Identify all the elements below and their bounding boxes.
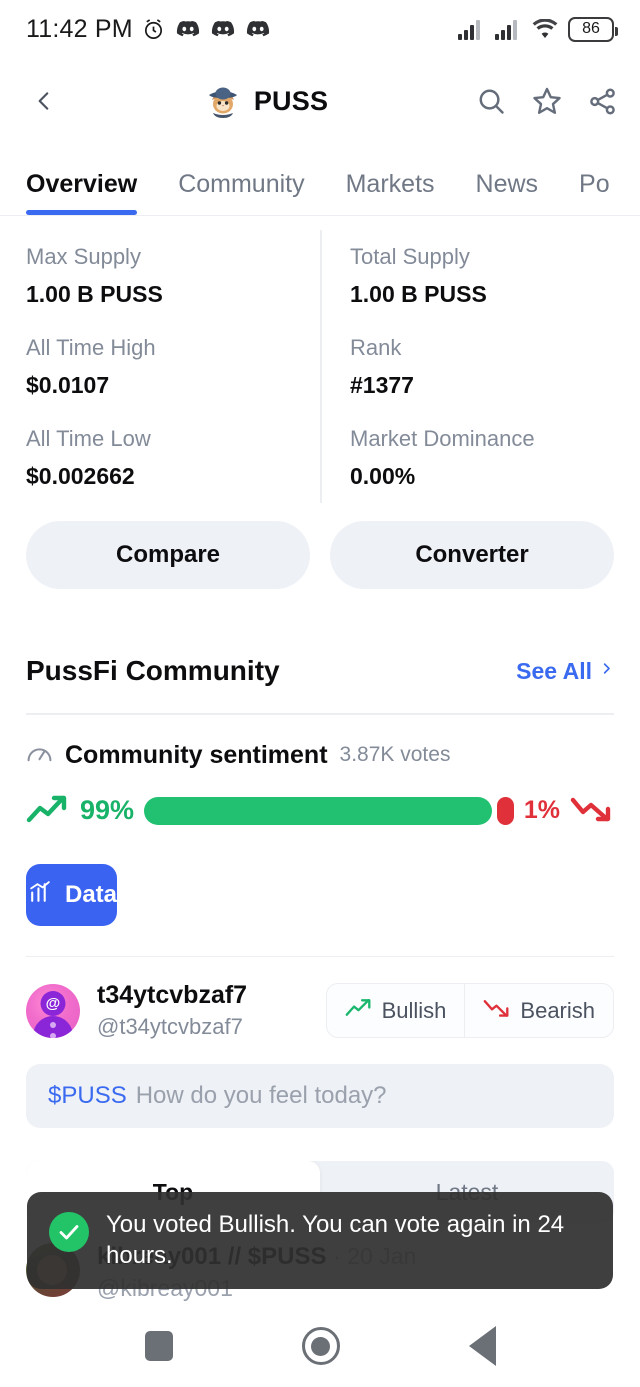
bullish-vote-button[interactable]: Bullish bbox=[327, 984, 465, 1037]
bearish-vote-button[interactable]: Bearish bbox=[464, 984, 613, 1037]
user-handle: @t34ytcvbzaf7 bbox=[97, 1014, 243, 1039]
converter-button[interactable]: Converter bbox=[330, 521, 614, 589]
bearish-percent: 1% bbox=[523, 796, 560, 824]
toast-notification: You voted Bullish. You can vote again in… bbox=[27, 1192, 613, 1290]
stat-all-time-low: All Time Low $0.002662 bbox=[26, 426, 320, 517]
compare-button[interactable]: Compare bbox=[26, 521, 310, 589]
sentiment-header: Community sentiment 3.87K votes bbox=[26, 741, 614, 770]
tab-news[interactable]: News bbox=[476, 170, 539, 215]
user-meta: t34ytcvbzaf7 @t34ytcvbzaf7 bbox=[97, 981, 247, 1040]
sentiment-bar-bearish bbox=[497, 796, 514, 825]
composer-placeholder: How do you feel today? bbox=[135, 1082, 387, 1109]
stat-max-supply: Max Supply 1.00 B PUSS bbox=[26, 244, 320, 335]
stat-value: #1377 bbox=[350, 372, 414, 398]
tab-portfolio[interactable]: Po bbox=[579, 170, 610, 215]
battery-icon: 86 bbox=[568, 16, 618, 42]
coin-symbol: PUSS bbox=[253, 85, 329, 116]
trend-up-icon bbox=[345, 997, 372, 1024]
action-button-row: Compare Converter bbox=[0, 517, 640, 589]
stat-value: 0.00% bbox=[350, 463, 416, 489]
square-icon[interactable] bbox=[144, 1331, 173, 1361]
avatar-body bbox=[33, 1015, 73, 1038]
discord-icon bbox=[246, 20, 270, 39]
star-icon[interactable] bbox=[531, 85, 563, 117]
alarm-clock-icon bbox=[142, 18, 165, 41]
sentiment-bar-bullish bbox=[144, 796, 493, 825]
tab-community[interactable]: Community bbox=[178, 170, 304, 215]
bar-chart-icon bbox=[26, 879, 53, 911]
stat-rank: Rank #1377 bbox=[320, 335, 614, 426]
app-bar: PUSS bbox=[0, 58, 640, 144]
stat-all-time-high: All Time High $0.0107 bbox=[26, 335, 320, 426]
share-icon[interactable] bbox=[587, 86, 618, 117]
status-bar-time: 11:42 PM bbox=[26, 14, 133, 43]
community-title: PussFi Community bbox=[26, 655, 280, 686]
avatar-head: @ bbox=[40, 990, 66, 1016]
stat-label: Rank bbox=[350, 335, 402, 360]
stat-value: 1.00 B PUSS bbox=[26, 281, 163, 307]
trend-down-icon bbox=[483, 997, 510, 1024]
tab-markets[interactable]: Markets bbox=[346, 170, 435, 215]
stat-value: $0.002662 bbox=[26, 463, 135, 489]
triangle-back-icon[interactable] bbox=[468, 1326, 496, 1366]
avatar[interactable]: @ bbox=[26, 983, 80, 1038]
discord-icon bbox=[211, 20, 235, 39]
chevron-right-icon bbox=[599, 658, 614, 685]
bearish-label: Bearish bbox=[520, 997, 595, 1023]
composer-ticker: $PUSS bbox=[48, 1082, 127, 1109]
search-icon[interactable] bbox=[476, 86, 507, 117]
circle-icon[interactable] bbox=[301, 1327, 340, 1365]
stat-label: Total Supply bbox=[350, 244, 470, 269]
signal-icon bbox=[495, 19, 522, 40]
stats-grid: Max Supply 1.00 B PUSS Total Supply 1.00… bbox=[0, 216, 640, 517]
user-name: t34ytcvbzaf7 bbox=[97, 981, 248, 1009]
see-all-label: See All bbox=[516, 657, 592, 684]
app-bar-title: PUSS bbox=[56, 82, 476, 120]
stat-total-supply: Total Supply 1.00 B PUSS bbox=[320, 244, 614, 335]
see-all-link[interactable]: See All bbox=[516, 658, 614, 685]
data-button[interactable]: Data bbox=[26, 863, 118, 926]
post-composer[interactable]: $PUSS How do you feel today? bbox=[26, 1064, 614, 1128]
sentiment-bar-row: 99% 1% bbox=[26, 792, 614, 830]
vote-button-group: Bullish Bearish bbox=[325, 983, 614, 1038]
app-bar-actions bbox=[476, 85, 618, 117]
trend-up-icon bbox=[26, 792, 70, 830]
community-sentiment: Community sentiment 3.87K votes 99% 1% bbox=[0, 715, 640, 830]
community-section-header: PussFi Community See All bbox=[0, 589, 640, 687]
discord-icon bbox=[176, 20, 200, 39]
tab-bar: Overview Community Markets News Po bbox=[0, 144, 640, 216]
trend-down-icon bbox=[570, 792, 614, 830]
status-bar: 11:42 PM 86 bbox=[0, 0, 640, 58]
stat-value: 1.00 B PUSS bbox=[350, 281, 487, 307]
status-bar-system-icons: 86 bbox=[458, 16, 618, 42]
android-navigation-bar bbox=[0, 1305, 640, 1387]
signal-icon bbox=[458, 19, 485, 40]
status-bar-notification-icons bbox=[142, 18, 270, 41]
gauge-icon bbox=[26, 742, 53, 769]
data-button-label: Data bbox=[65, 880, 118, 908]
battery-level: 86 bbox=[582, 20, 600, 37]
sentiment-votes: 3.87K votes bbox=[339, 743, 451, 766]
check-circle-icon bbox=[49, 1212, 89, 1252]
wifi-icon bbox=[532, 19, 558, 39]
stat-label: All Time Low bbox=[26, 426, 151, 451]
bullish-label: Bullish bbox=[381, 997, 447, 1023]
stat-label: Market Dominance bbox=[350, 426, 535, 451]
sentiment-bar bbox=[144, 796, 514, 825]
stat-value: $0.0107 bbox=[26, 372, 110, 398]
puss-cat-logo-icon bbox=[204, 82, 242, 120]
toast-message: You voted Bullish. You can vote again in… bbox=[106, 1211, 565, 1269]
current-user-row: @ t34ytcvbzaf7 @t34ytcvbzaf7 Bullish Bea… bbox=[0, 957, 640, 1040]
tab-overview[interactable]: Overview bbox=[26, 170, 138, 215]
sentiment-title: Community sentiment bbox=[65, 740, 328, 769]
stat-label: All Time High bbox=[26, 335, 156, 360]
stat-market-dominance: Market Dominance 0.00% bbox=[320, 426, 614, 517]
stat-label: Max Supply bbox=[26, 244, 141, 269]
bullish-percent: 99% bbox=[80, 795, 135, 825]
